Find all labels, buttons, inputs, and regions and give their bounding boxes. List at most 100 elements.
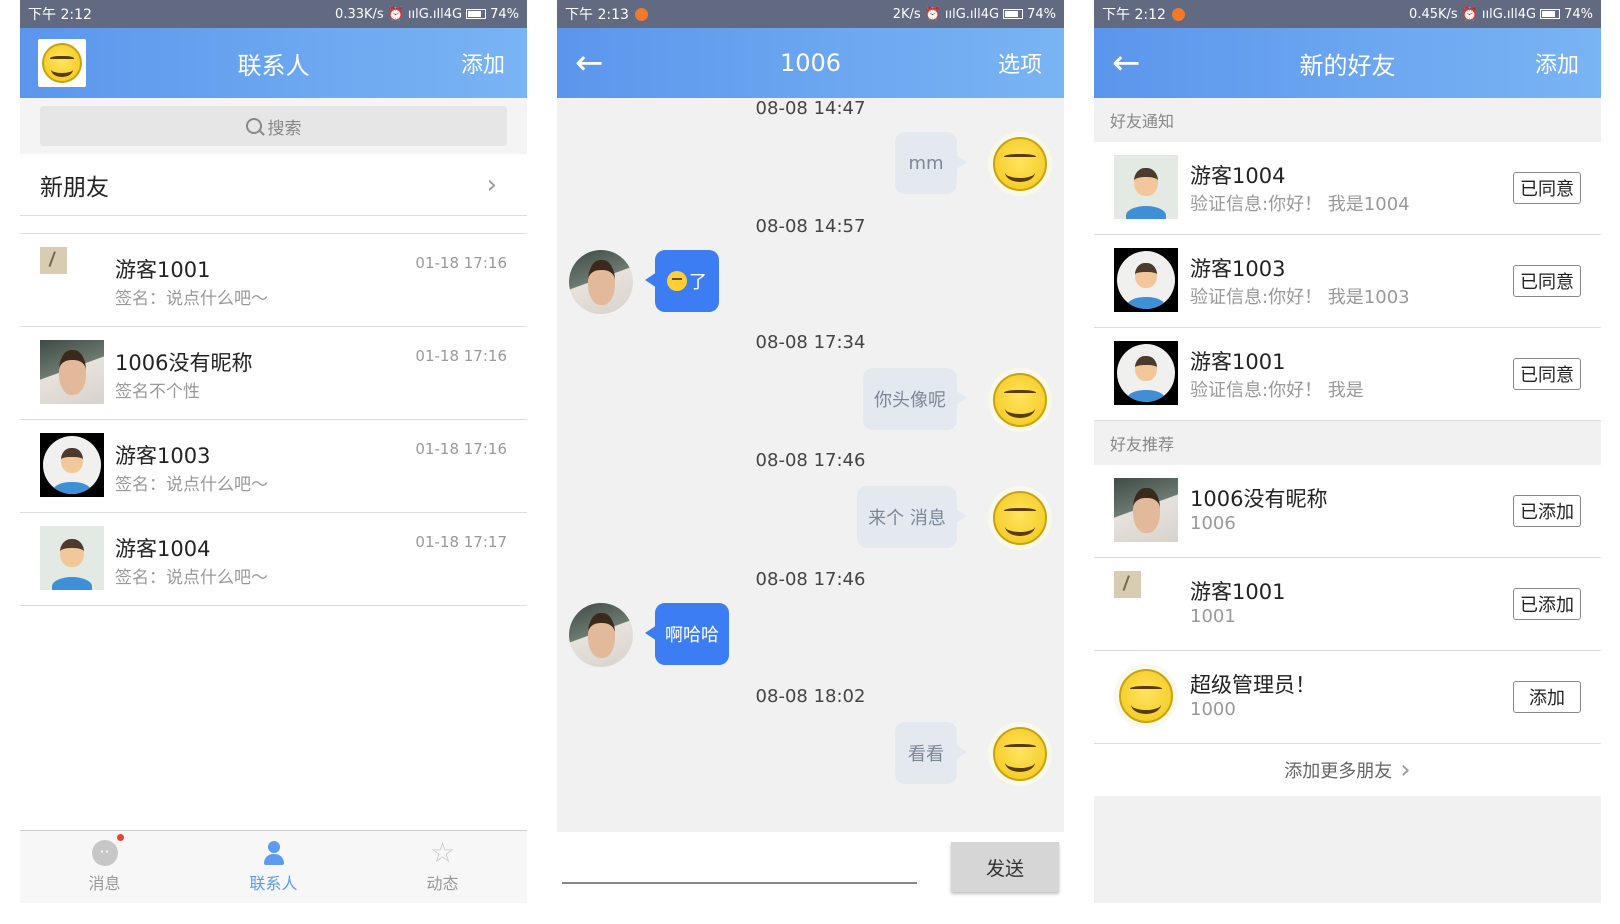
network-speed: 2K/s <box>892 6 921 22</box>
message-text: 啊哈哈 <box>665 625 719 646</box>
message-timestamp: 08-08 14:57 <box>755 216 866 237</box>
section-header-recommendations: 好友推荐 <box>1110 435 1175 454</box>
my-avatar[interactable] <box>988 132 1052 196</box>
status-time: 下午 2:12 <box>1102 7 1166 23</box>
notification-icon <box>1171 7 1185 21</box>
new-friends-label: 新朋友 <box>40 174 109 201</box>
contact-avatar[interactable] <box>569 603 633 667</box>
smiley-icon <box>993 727 1047 781</box>
friend-request-row[interactable]: 游客1001 验证信息:你好！ 我是 已同意 <box>1094 328 1601 421</box>
friend-request-row[interactable]: 游客1003 验证信息:你好！ 我是1003 已同意 <box>1094 235 1601 328</box>
message-timestamp: 08-08 18:02 <box>755 686 866 707</box>
chat-title: 1006 <box>779 49 842 77</box>
message-timestamp: 08-08 17:46 <box>755 450 866 471</box>
contact-row[interactable]: 1006没有昵称 签名不个性 01-18 17:16 <box>20 327 527 420</box>
send-button[interactable]: 发送 <box>951 842 1059 892</box>
contact-signature: 签名：说点什么吧～ <box>115 568 268 588</box>
status-time: 下午 2:13 <box>565 7 629 23</box>
recommendation-row[interactable]: 超级管理员！ 1000 添加 <box>1094 651 1601 744</box>
contact-row[interactable]: 游客1003 签名：说点什么吧～ 01-18 17:16 <box>20 420 527 513</box>
contact-time: 01-18 17:16 <box>415 440 507 458</box>
avatar <box>40 433 104 497</box>
friend-request-row[interactable]: 游客1004 验证信息:你好！ 我是1004 已同意 <box>1094 142 1601 235</box>
contact-name: 游客1001 <box>115 258 211 282</box>
avatar <box>40 340 104 404</box>
back-arrow-icon[interactable]: ← <box>1112 43 1141 83</box>
avatar <box>1114 341 1178 405</box>
recommended-name: 1006没有昵称 <box>1190 487 1328 511</box>
page-title: 新的好友 <box>1299 51 1396 80</box>
avatar <box>40 247 67 274</box>
my-avatar[interactable] <box>988 486 1052 550</box>
message-bubble[interactable]: 啊哈哈 <box>645 603 729 665</box>
my-avatar[interactable] <box>988 368 1052 432</box>
recommended-name: 超级管理员！ <box>1190 673 1316 697</box>
recommendation-row[interactable]: 1006没有昵称 1006 已添加 <box>1094 465 1601 558</box>
chevron-right-icon: › <box>1400 755 1411 785</box>
smiley-icon <box>993 137 1047 191</box>
new-friends-screen: 下午 2:12 0.45K/s ⏰ ıılG.ıll4G 74% ← 新的好友 … <box>1094 0 1601 903</box>
message-composer: 发送 <box>557 832 1064 903</box>
new-friends-row[interactable]: 新朋友 › <box>20 154 527 216</box>
verification-message: 验证信息:你好！ 我是1003 <box>1190 287 1410 308</box>
message-list[interactable]: 08-08 14:47 mm 08-08 14:57 了 08-08 17:34… <box>557 98 1064 832</box>
contact-time: 01-18 17:16 <box>415 254 507 272</box>
add-more-label: 添加更多朋友 <box>1284 761 1393 782</box>
status-bar: 下午 2:12 0.33K/s ⏰ ıılG.ıll4G 74% <box>20 0 527 28</box>
status-time: 下午 2:12 <box>28 7 92 23</box>
message-text: 了 <box>689 272 707 293</box>
notification-icon <box>634 7 648 21</box>
back-arrow-icon[interactable]: ← <box>575 43 604 83</box>
contact-row[interactable]: 游客1001 签名：说点什么吧～ 01-18 17:16 <box>20 234 527 327</box>
message-bubble[interactable]: mm <box>895 132 967 194</box>
message-bubble[interactable]: 你头像呢 <box>863 368 967 430</box>
contact-signature: 签名：说点什么吧～ <box>115 475 268 495</box>
contact-row[interactable]: 游客1004 签名：说点什么吧～ 01-18 17:17 <box>20 513 527 606</box>
accepted-button[interactable]: 已同意 <box>1513 265 1581 297</box>
add-contact-button[interactable]: 添加 <box>461 47 505 79</box>
message-bubble[interactable]: 来个 消息 <box>857 486 967 548</box>
contact-signature: 签名不个性 <box>115 382 200 402</box>
contacts-icon <box>261 840 287 866</box>
tab-messages[interactable]: 消息 <box>20 831 189 903</box>
search-input[interactable]: 搜索 <box>40 106 507 146</box>
recommended-id: 1006 <box>1190 513 1236 534</box>
contacts-screen: 下午 2:12 0.33K/s ⏰ ıılG.ıll4G 74% 联系人 添加 … <box>20 0 527 903</box>
status-bar: 下午 2:13 2K/s ⏰ ıılG.ıll4G 74% <box>557 0 1064 28</box>
message-bubble[interactable]: 了 <box>645 250 719 312</box>
tab-moments[interactable]: ☆ 动态 <box>358 831 527 903</box>
avatar <box>1114 478 1178 542</box>
battery-icon <box>466 9 487 19</box>
divider <box>20 216 527 234</box>
accepted-button[interactable]: 已同意 <box>1513 172 1581 204</box>
recommended-id: 1001 <box>1190 606 1236 627</box>
accepted-button[interactable]: 已同意 <box>1513 358 1581 390</box>
add-friend-button[interactable]: 添加 <box>1535 47 1579 79</box>
star-icon: ☆ <box>429 836 456 869</box>
message-bubble[interactable]: 看看 <box>895 722 967 784</box>
my-avatar[interactable] <box>988 722 1052 786</box>
battery-level: 74% <box>490 6 519 22</box>
recommendation-row[interactable]: 游客1001 1001 已添加 <box>1094 558 1601 651</box>
smiley-icon <box>1119 669 1173 723</box>
avatar <box>1114 664 1178 728</box>
contact-time: 01-18 17:17 <box>415 533 507 551</box>
options-button[interactable]: 选项 <box>998 47 1042 79</box>
search-placeholder: 搜索 <box>267 118 302 139</box>
battery-icon <box>1003 9 1024 19</box>
user-avatar[interactable] <box>38 39 86 87</box>
tab-contacts[interactable]: 联系人 <box>189 831 358 903</box>
tab-label: 联系人 <box>249 874 298 893</box>
recommended-name: 游客1001 <box>1190 580 1286 604</box>
add-more-friends-link[interactable]: 添加更多朋友 › <box>1094 744 1601 796</box>
message-timestamp: 08-08 14:47 <box>755 98 866 119</box>
message-icon <box>91 834 124 866</box>
tab-label: 消息 <box>88 874 121 893</box>
message-input[interactable] <box>562 882 917 884</box>
contact-avatar[interactable] <box>569 250 633 314</box>
battery-level: 74% <box>1027 6 1056 22</box>
added-button[interactable]: 已添加 <box>1513 495 1581 527</box>
added-button[interactable]: 已添加 <box>1513 588 1581 620</box>
add-button[interactable]: 添加 <box>1513 681 1581 713</box>
contact-name: 游客1004 <box>115 537 211 561</box>
